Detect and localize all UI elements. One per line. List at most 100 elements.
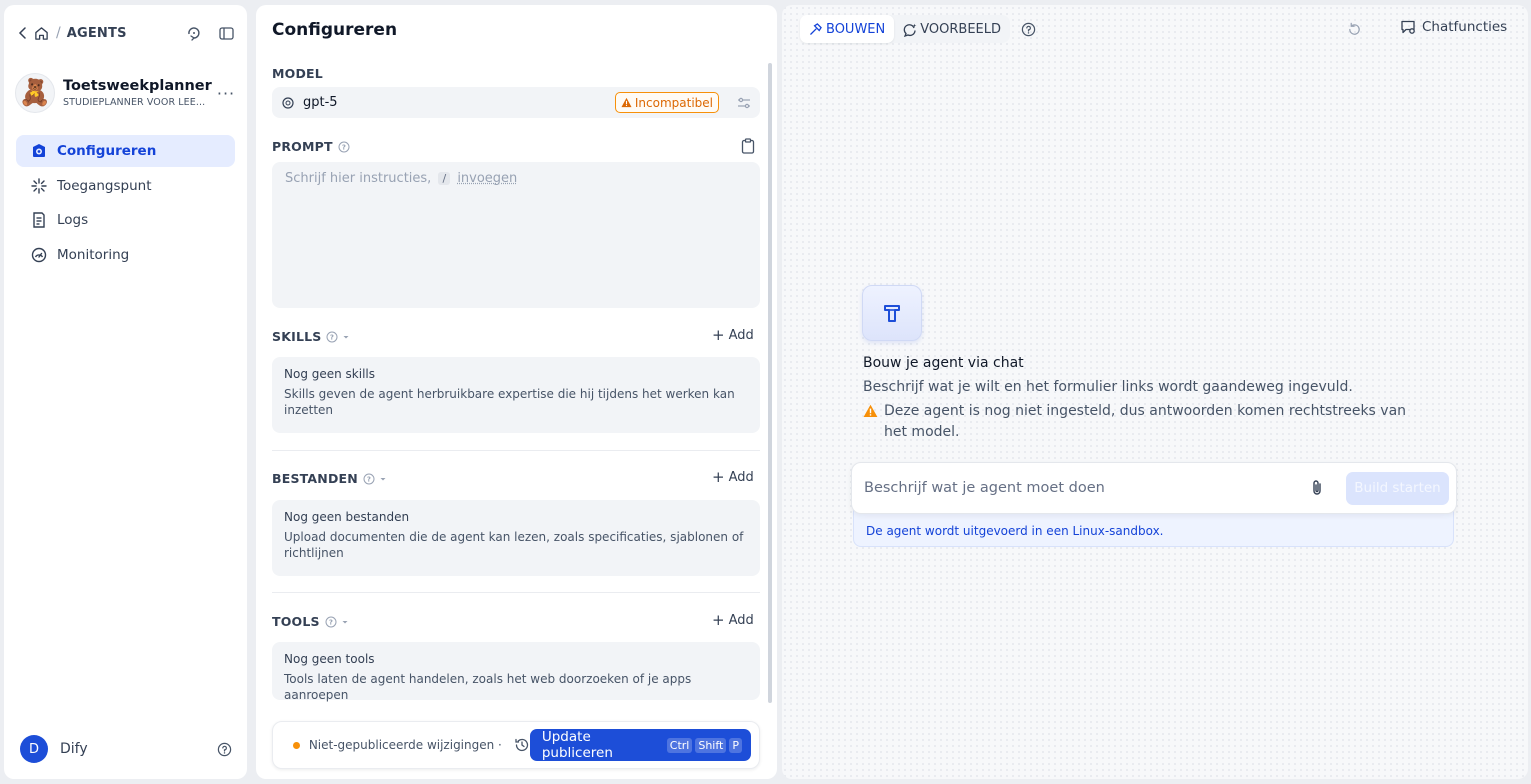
help-icon[interactable]: ? [326, 331, 338, 343]
prompt-editor[interactable]: Schrijf hier instructies, / invoegen [272, 162, 760, 308]
builder-panel: BOUWEN VOORBEELD Chatfuncties Bouw je ag… [782, 5, 1528, 779]
help-icon[interactable] [1020, 21, 1036, 37]
build-chat-input[interactable]: Beschrijf wat je agent moet doen Build s… [851, 462, 1457, 514]
build-start-button[interactable]: Build starten [1346, 471, 1449, 505]
chat-settings-icon [1400, 19, 1416, 35]
page-title: Configureren [272, 20, 398, 40]
chevron-left-icon[interactable] [16, 23, 30, 43]
empty-description: Upload documenten die de agent kan lezen… [284, 530, 744, 560]
tools-empty-state: Nog geen tools Tools laten de agent hand… [272, 642, 760, 702]
empty-description: Skills geven de agent herbruikbare exper… [284, 387, 735, 417]
unsaved-dot [293, 741, 300, 749]
tab-label: BOUWEN [826, 21, 886, 37]
tab-voorbeeld[interactable]: VOORBEELD [894, 15, 1010, 43]
empty-title: Nog geen tools [284, 652, 375, 666]
skills-label: SKILLS ? [272, 329, 350, 344]
warning-icon [621, 97, 632, 108]
home-icon[interactable] [32, 23, 50, 43]
reset-icon[interactable] [1346, 21, 1362, 37]
publish-button-label: Update publiceren [541, 729, 613, 761]
tools-label-text: TOOLS [272, 614, 320, 629]
plus-icon: + [712, 611, 725, 629]
agent-name: Toetsweekplanner [63, 78, 212, 94]
avatar[interactable]: D [20, 735, 48, 763]
sandbox-note-text: De agent wordt uitgevoerd in een Linux-s… [866, 524, 1164, 538]
empty-title: Nog geen skills [284, 367, 376, 381]
sidebar-item-monitoring[interactable]: Monitoring [16, 239, 235, 271]
plus-icon: + [712, 326, 725, 344]
unpublished-status: Niet-gepubliceerde wijzigingen · [308, 738, 502, 752]
preview-chat-icon [903, 23, 917, 37]
access-point-icon [30, 177, 48, 195]
chat-input-placeholder[interactable]: Beschrijf wat je agent moet doen [864, 480, 1308, 496]
tools-label: TOOLS ? [272, 614, 349, 629]
prompt-label: PROMPT ? [272, 139, 350, 154]
help-icon[interactable]: ? [325, 616, 337, 628]
chat-functions-label: Chatfuncties [1422, 19, 1508, 35]
sync-icon[interactable] [185, 24, 203, 42]
empty-description: Tools laten de agent handelen, zoals het… [284, 672, 692, 702]
clipboard-icon[interactable] [740, 138, 756, 154]
agent-subtitle: STUDIEPLANNER VOOR LEE... [63, 97, 206, 108]
publish-button[interactable]: Update publiceren Ctrl Shift P [529, 729, 751, 761]
tab-bouwen[interactable]: BOUWEN [800, 15, 895, 43]
hero-title: Bouw je agent via chat [863, 355, 1024, 371]
add-file-label: Add [728, 470, 754, 485]
sidebar-item-label: Monitoring [57, 246, 130, 263]
slash-key: / [438, 172, 451, 185]
svg-text:?: ? [342, 143, 346, 151]
publish-shortcut: Ctrl Shift P [666, 737, 742, 753]
shortcut-key: Ctrl [666, 737, 693, 753]
add-tool-button[interactable]: + Add [712, 611, 754, 629]
add-file-button[interactable]: + Add [712, 470, 754, 486]
sidebar-item-logs[interactable]: Logs [16, 204, 235, 236]
sidebar-toggle-icon[interactable] [217, 24, 235, 42]
shortcut-key: P [729, 737, 742, 753]
chevron-down-icon[interactable] [341, 618, 349, 626]
sidebar-item-label: Configureren [57, 143, 157, 159]
incompatible-badge-label: Incompatibel [634, 95, 713, 110]
insert-link[interactable]: invoegen [457, 171, 517, 186]
chevron-down-icon[interactable] [379, 475, 387, 483]
chat-functions-button[interactable]: Chatfuncties [1400, 19, 1507, 35]
publish-bar: Niet-gepubliceerde wijzigingen · Update … [272, 721, 760, 769]
prompt-label-text: PROMPT [272, 139, 333, 154]
model-label-text: MODEL [272, 66, 323, 81]
hero-description: Beschrijf wat je wilt en het formulier l… [863, 379, 1353, 395]
chevron-down-icon[interactable] [342, 333, 350, 341]
breadcrumb[interactable]: AGENTS [67, 26, 127, 41]
configure-icon [30, 142, 48, 160]
help-icon[interactable] [215, 740, 233, 758]
add-skill-button[interactable]: + Add [712, 326, 754, 344]
sidebar: / AGENTS 🧸 Toetsweekplanner STUDIEPLANNE… [4, 5, 247, 779]
model-settings-icon[interactable] [735, 94, 753, 112]
openai-icon [282, 96, 294, 109]
help-icon[interactable]: ? [338, 141, 350, 153]
svg-text:?: ? [367, 475, 371, 483]
sidebar-item-configureren[interactable]: Configureren [16, 135, 235, 167]
scrollbar[interactable] [768, 63, 772, 703]
agent-avatar-bear-icon: 🧸 [15, 73, 55, 113]
breadcrumb-separator: / [56, 25, 61, 41]
tab-label: VOORBEELD [920, 21, 1001, 37]
warning-icon [863, 404, 878, 419]
skills-label-text: SKILLS [272, 329, 322, 344]
add-tool-label: Add [728, 613, 754, 628]
user-name[interactable]: Dify [60, 741, 88, 757]
help-icon[interactable]: ? [363, 473, 375, 485]
sidebar-item-toegangspunt[interactable]: Toegangspunt [16, 170, 235, 202]
sidebar-item-label: Logs [57, 212, 89, 228]
files-label: BESTANDEN ? [272, 471, 387, 486]
paperclip-icon[interactable] [1308, 479, 1326, 497]
empty-title: Nog geen bestanden [284, 510, 410, 524]
warning-text: Deze agent is nog niet ingesteld, dus an… [884, 403, 1407, 440]
files-empty-state: Nog geen bestanden Upload documenten die… [272, 500, 760, 576]
shortcut-key: Shift [695, 737, 727, 753]
model-selector[interactable]: gpt-5 Incompatibel [272, 87, 760, 118]
history-icon[interactable] [514, 737, 530, 753]
logs-icon [30, 211, 48, 229]
add-skill-label: Add [728, 328, 754, 343]
divider [272, 450, 760, 451]
more-options-icon[interactable]: ··· [215, 82, 237, 104]
agent-card[interactable]: 🧸 Toetsweekplanner STUDIEPLANNER VOOR LE… [15, 71, 237, 115]
